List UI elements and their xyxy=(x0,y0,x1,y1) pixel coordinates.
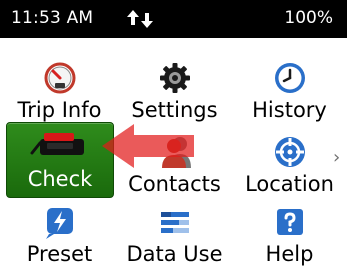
status-time: 11:53 AM xyxy=(11,8,94,28)
location-button[interactable]: Location xyxy=(232,122,347,197)
history-button[interactable]: History xyxy=(232,48,347,123)
chevron-right-icon[interactable]: › xyxy=(333,147,340,168)
crosshair-icon xyxy=(274,137,305,167)
gear-icon xyxy=(159,63,190,93)
trip-info-label: Trip Info xyxy=(17,98,102,122)
question-icon xyxy=(276,209,303,235)
data-use-button[interactable]: Data Use xyxy=(117,192,232,267)
battery-level: 100% xyxy=(284,8,333,28)
preset-label: Preset xyxy=(26,242,93,266)
red-arrow-annotation xyxy=(102,124,194,168)
speedometer-icon xyxy=(44,62,75,94)
bar-chart-icon xyxy=(160,212,189,233)
clock-icon xyxy=(274,63,305,93)
data-transfer-icon xyxy=(127,10,153,28)
check-label: Check xyxy=(27,167,93,191)
help-label: Help xyxy=(265,242,314,266)
settings-label: Settings xyxy=(131,98,218,122)
check-button[interactable]: Check xyxy=(6,122,114,198)
status-bar: 11:53 AM 100% xyxy=(0,0,347,38)
help-button[interactable]: Help xyxy=(232,192,347,267)
handset-icon xyxy=(30,133,84,155)
history-label: History xyxy=(252,98,327,122)
trip-info-button[interactable]: Trip Info xyxy=(2,48,117,123)
lightning-icon xyxy=(45,208,73,239)
preset-button[interactable]: Preset xyxy=(2,192,117,267)
data-use-label: Data Use xyxy=(126,242,223,266)
settings-button[interactable]: Settings xyxy=(117,48,232,123)
